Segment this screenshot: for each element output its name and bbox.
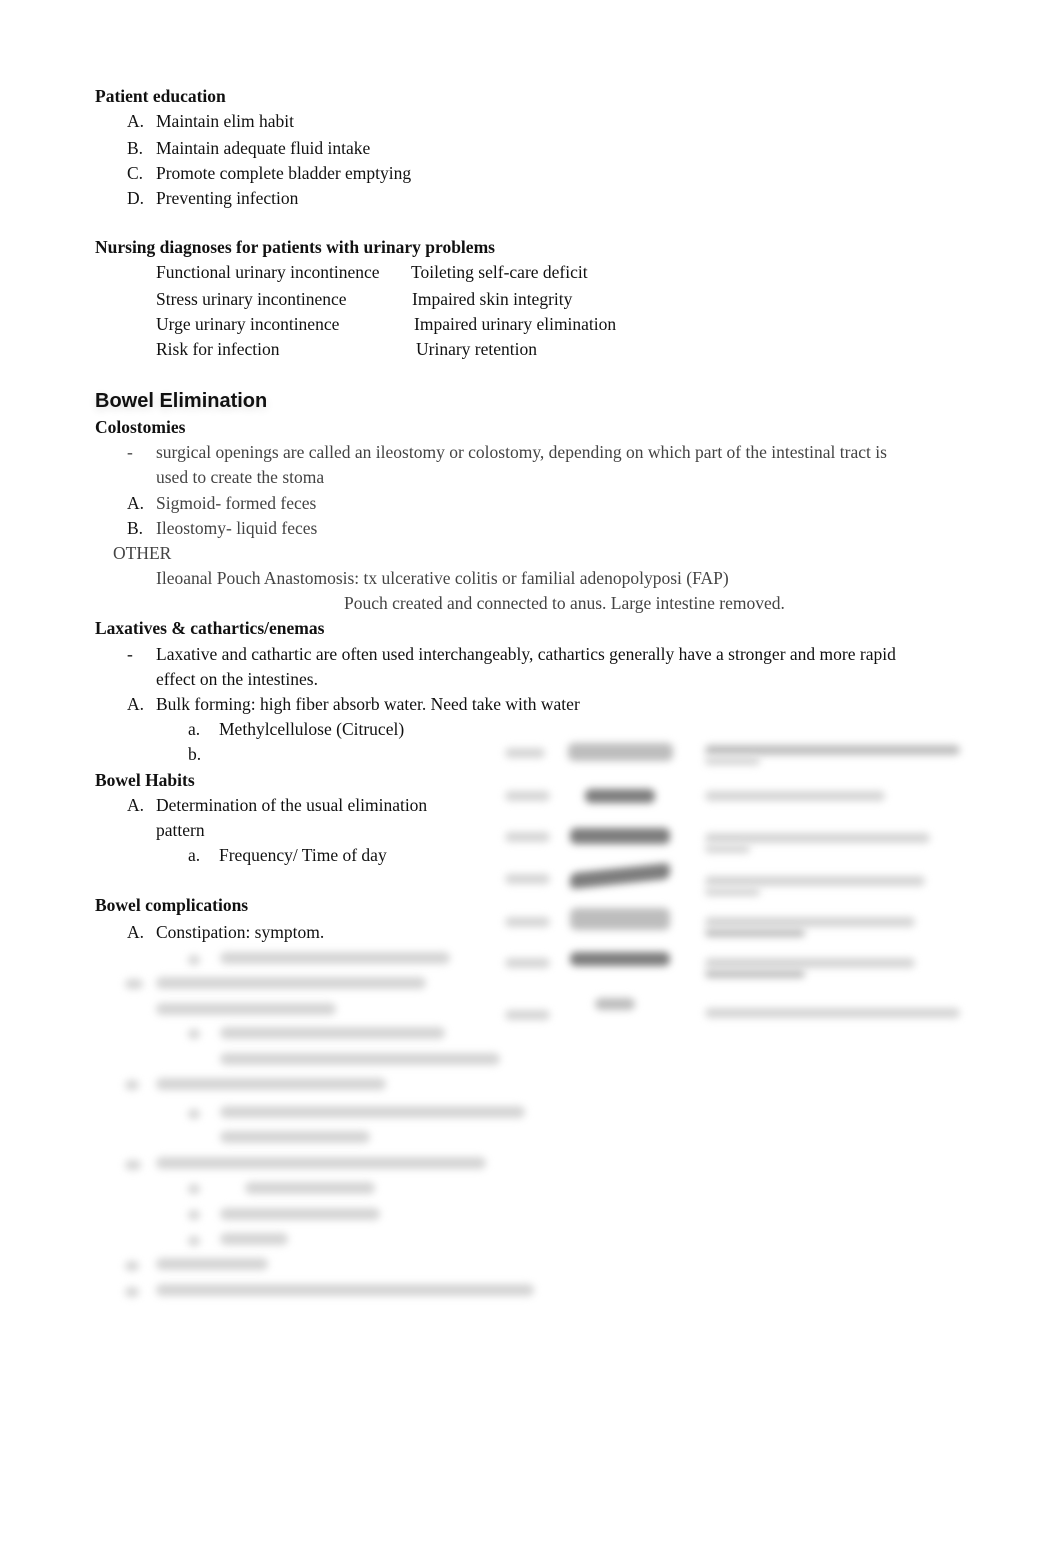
blurred-line xyxy=(220,1053,500,1065)
blurred-line xyxy=(125,1261,139,1271)
blurred-cell xyxy=(505,874,550,884)
blurred-line xyxy=(220,952,450,964)
diagnosis-right: Urinary retention xyxy=(416,339,537,359)
blurred-cell xyxy=(705,757,760,765)
blurred-cell xyxy=(705,917,915,927)
blurred-cell xyxy=(705,745,960,755)
blurred-line xyxy=(156,1157,486,1169)
bullet-marker: - xyxy=(127,442,133,462)
laxatives-heading: Laxatives & cathartics/enemas xyxy=(95,618,325,638)
list-item: Constipation: symptom. xyxy=(156,922,325,942)
diagnosis-right: Impaired skin integrity xyxy=(412,289,573,309)
diagnosis-left: Urge urinary incontinence xyxy=(156,314,340,334)
blurred-cell xyxy=(505,791,550,801)
blurred-cell xyxy=(570,908,670,930)
bullet-marker: - xyxy=(127,644,133,664)
blurred-cell xyxy=(595,998,635,1010)
blurred-line xyxy=(125,1080,139,1090)
blurred-cell xyxy=(585,789,655,803)
bullet-text: surgical openings are called an ileostom… xyxy=(156,442,887,462)
blurred-line xyxy=(188,1029,200,1039)
blurred-line xyxy=(156,1258,268,1270)
blurred-cell xyxy=(705,929,805,937)
sub-list-marker: a. xyxy=(188,845,201,865)
bowel-habits-heading: Bowel Habits xyxy=(95,770,195,790)
bullet-text-continued: effect on the intestines. xyxy=(156,669,318,689)
sub-list-marker: b. xyxy=(188,744,202,764)
blurred-cell xyxy=(705,845,750,853)
blurred-cell xyxy=(705,888,760,896)
sub-list-item: Methylcellulose (Citrucel) xyxy=(219,719,405,739)
diagnosis-right: Impaired urinary elimination xyxy=(414,314,617,334)
blurred-cell xyxy=(705,1008,960,1018)
sub-list-marker: a. xyxy=(188,719,201,739)
blurred-cell xyxy=(570,862,670,890)
list-item: Sigmoid- formed feces xyxy=(156,493,317,513)
blurred-line xyxy=(220,1233,288,1245)
blurred-line xyxy=(188,1109,200,1119)
blurred-cell xyxy=(505,917,550,927)
sub-list-item: Frequency/ Time of day xyxy=(219,845,387,865)
blurred-cell xyxy=(705,970,805,978)
diagnosis-left: Stress urinary incontinence xyxy=(156,289,347,309)
bullet-text: Laxative and cathartic are often used in… xyxy=(156,644,896,664)
blurred-cell xyxy=(505,748,545,758)
list-item: Maintain adequate fluid intake xyxy=(156,138,371,158)
blurred-line xyxy=(188,1184,200,1194)
blurred-line xyxy=(125,1287,139,1297)
blurred-line xyxy=(156,1003,336,1015)
list-item: Ileostomy- liquid feces xyxy=(156,518,318,538)
nursing-diagnoses-heading: Nursing diagnoses for patients with urin… xyxy=(95,237,495,257)
blurred-line xyxy=(220,1208,380,1220)
blurred-line xyxy=(245,1182,375,1194)
list-item: Bulk forming: high fiber absorb water. N… xyxy=(156,694,580,714)
section-title: Bowel Elimination xyxy=(95,390,268,412)
list-marker: B. xyxy=(127,138,144,158)
blurred-line xyxy=(125,1160,141,1170)
blurred-line xyxy=(188,1236,200,1246)
other-text: Ileoanal Pouch Anastomosis: tx ulcerativ… xyxy=(156,568,729,588)
other-label: OTHER xyxy=(113,543,172,563)
blurred-line xyxy=(156,1078,386,1090)
list-marker: B. xyxy=(127,518,144,538)
bullet-text-continued: used to create the stoma xyxy=(156,467,325,487)
diagnosis-left: Functional urinary incontinence xyxy=(156,262,380,282)
list-item: Determination of the usual elimination xyxy=(156,795,428,815)
blurred-cell xyxy=(570,828,670,844)
blurred-line xyxy=(220,1106,525,1118)
blurred-line xyxy=(220,1027,445,1039)
blurred-line xyxy=(220,1131,370,1143)
blurred-line xyxy=(188,955,200,965)
list-marker: C. xyxy=(127,163,144,183)
blurred-cell xyxy=(505,832,550,842)
diagnosis-right: Toileting self-care deficit xyxy=(411,262,588,282)
blurred-line xyxy=(156,977,426,989)
blurred-cell xyxy=(568,743,673,761)
list-item: Maintain elim habit xyxy=(156,111,295,131)
list-item: Promote complete bladder emptying xyxy=(156,163,412,183)
blurred-line xyxy=(125,979,143,989)
other-text-continued: Pouch created and connected to anus. Lar… xyxy=(344,593,785,613)
patient-education-heading: Patient education xyxy=(95,86,226,106)
blurred-line xyxy=(188,1210,200,1220)
blurred-cell xyxy=(705,876,925,886)
blurred-cell xyxy=(705,958,915,968)
list-marker: A. xyxy=(127,922,145,942)
blurred-cell xyxy=(705,791,885,801)
list-marker: D. xyxy=(127,188,145,208)
diagnosis-left: Risk for infection xyxy=(156,339,280,359)
blurred-cell xyxy=(705,833,930,843)
list-marker: A. xyxy=(127,493,145,513)
colostomies-heading: Colostomies xyxy=(95,417,186,437)
list-marker: A. xyxy=(127,111,145,131)
list-marker: A. xyxy=(127,795,145,815)
blurred-line xyxy=(156,1284,534,1296)
list-marker: A. xyxy=(127,694,145,714)
list-item: Preventing infection xyxy=(156,188,299,208)
list-item-continued: pattern xyxy=(156,820,205,840)
blurred-cell xyxy=(505,1010,550,1020)
complications-heading: Bowel complications xyxy=(95,895,249,915)
blurred-cell xyxy=(505,958,550,968)
blurred-cell xyxy=(570,952,670,966)
